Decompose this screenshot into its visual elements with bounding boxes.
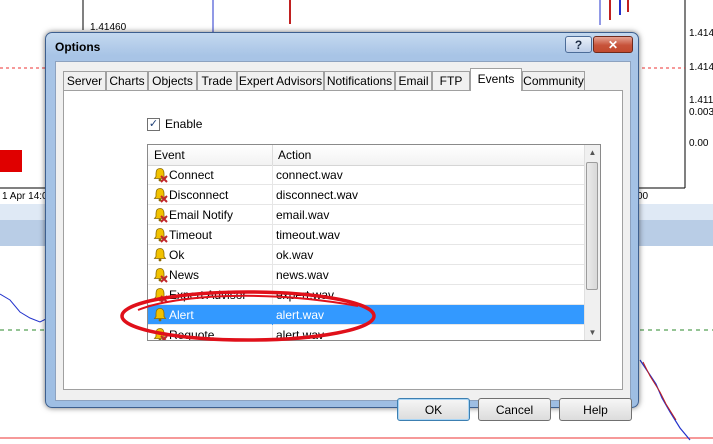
event-name: Timeout: [169, 228, 212, 242]
dialog-client-area: Server Charts Objects Trade Expert Advis…: [55, 61, 632, 421]
tab-notifications[interactable]: Notifications: [324, 71, 395, 90]
event-name: Connect: [169, 168, 214, 182]
tab-email[interactable]: Email: [395, 71, 432, 90]
scroll-down-button[interactable]: ▼: [585, 325, 600, 340]
tab-server[interactable]: Server: [63, 71, 106, 90]
event-row[interactable]: News news.wav: [148, 265, 586, 285]
tab-objects[interactable]: Objects: [148, 71, 197, 90]
event-name: Ok: [169, 248, 185, 262]
column-separator: [272, 205, 273, 225]
dialog-title: Options: [55, 40, 101, 54]
event-name: News: [169, 268, 200, 282]
event-action: news.wav: [276, 268, 329, 282]
cancel-button[interactable]: Cancel: [478, 398, 551, 421]
bell-icon: [153, 248, 167, 262]
tab-events[interactable]: Events: [470, 68, 522, 91]
price-label: 1.411: [689, 95, 713, 106]
caption-close-button[interactable]: ✕: [593, 36, 633, 53]
event-action: timeout.wav: [276, 228, 341, 242]
bell-disabled-icon: [153, 188, 168, 203]
column-separator: [272, 245, 273, 265]
event-action: disconnect.wav: [276, 188, 359, 202]
column-separator: [272, 185, 273, 205]
vertical-scrollbar[interactable]: ▲ ▼: [584, 145, 600, 340]
column-header-event[interactable]: Event: [154, 148, 185, 162]
event-row[interactable]: Email Notify email.wav: [148, 205, 586, 225]
bell-disabled-icon: [153, 268, 168, 283]
ok-button[interactable]: OK: [397, 398, 470, 421]
price-label: 0.00: [689, 138, 709, 149]
options-dialog: Options ? ✕ Server Charts Objects Trade …: [45, 32, 639, 421]
enable-label: Enable: [165, 117, 203, 131]
caption-help-button[interactable]: ?: [565, 36, 592, 53]
scroll-up-button[interactable]: ▲: [585, 145, 600, 160]
price-label: 1.414: [689, 62, 713, 73]
bell-disabled-icon: [153, 228, 168, 243]
event-name: Email Notify: [169, 208, 234, 222]
events-tab-panel: ✓ Enable Event Action Connect connect.wav…: [63, 90, 623, 390]
price-label: 1.414: [689, 28, 713, 39]
column-separator: [272, 265, 273, 285]
tab-community[interactable]: Community: [522, 71, 585, 90]
column-header-action[interactable]: Action: [278, 148, 311, 162]
scrollbar-thumb[interactable]: [586, 162, 598, 290]
tab-expert-advisors[interactable]: Expert Advisors: [237, 71, 324, 90]
event-action: connect.wav: [276, 168, 343, 182]
annotation-ellipse: [120, 290, 376, 342]
tab-trade[interactable]: Trade: [197, 71, 237, 90]
event-row[interactable]: Connect connect.wav: [148, 165, 586, 185]
event-row[interactable]: Timeout timeout.wav: [148, 225, 586, 245]
event-row[interactable]: Disconnect disconnect.wav: [148, 185, 586, 205]
event-action: ok.wav: [276, 248, 314, 262]
column-divider[interactable]: [272, 145, 273, 165]
column-separator: [272, 165, 273, 185]
column-separator: [272, 225, 273, 245]
enable-checkbox[interactable]: ✓: [147, 118, 160, 131]
event-name: Disconnect: [169, 188, 229, 202]
list-header: Event Action: [148, 145, 586, 166]
tab-charts[interactable]: Charts: [106, 71, 148, 90]
bell-disabled-icon: [153, 208, 168, 223]
event-row[interactable]: Ok ok.wav: [148, 245, 586, 265]
price-label: 0.003: [689, 107, 713, 118]
help-button[interactable]: Help: [559, 398, 632, 421]
event-action: email.wav: [276, 208, 330, 222]
tab-ftp[interactable]: FTP: [432, 71, 470, 90]
bell-disabled-icon: [153, 168, 168, 183]
